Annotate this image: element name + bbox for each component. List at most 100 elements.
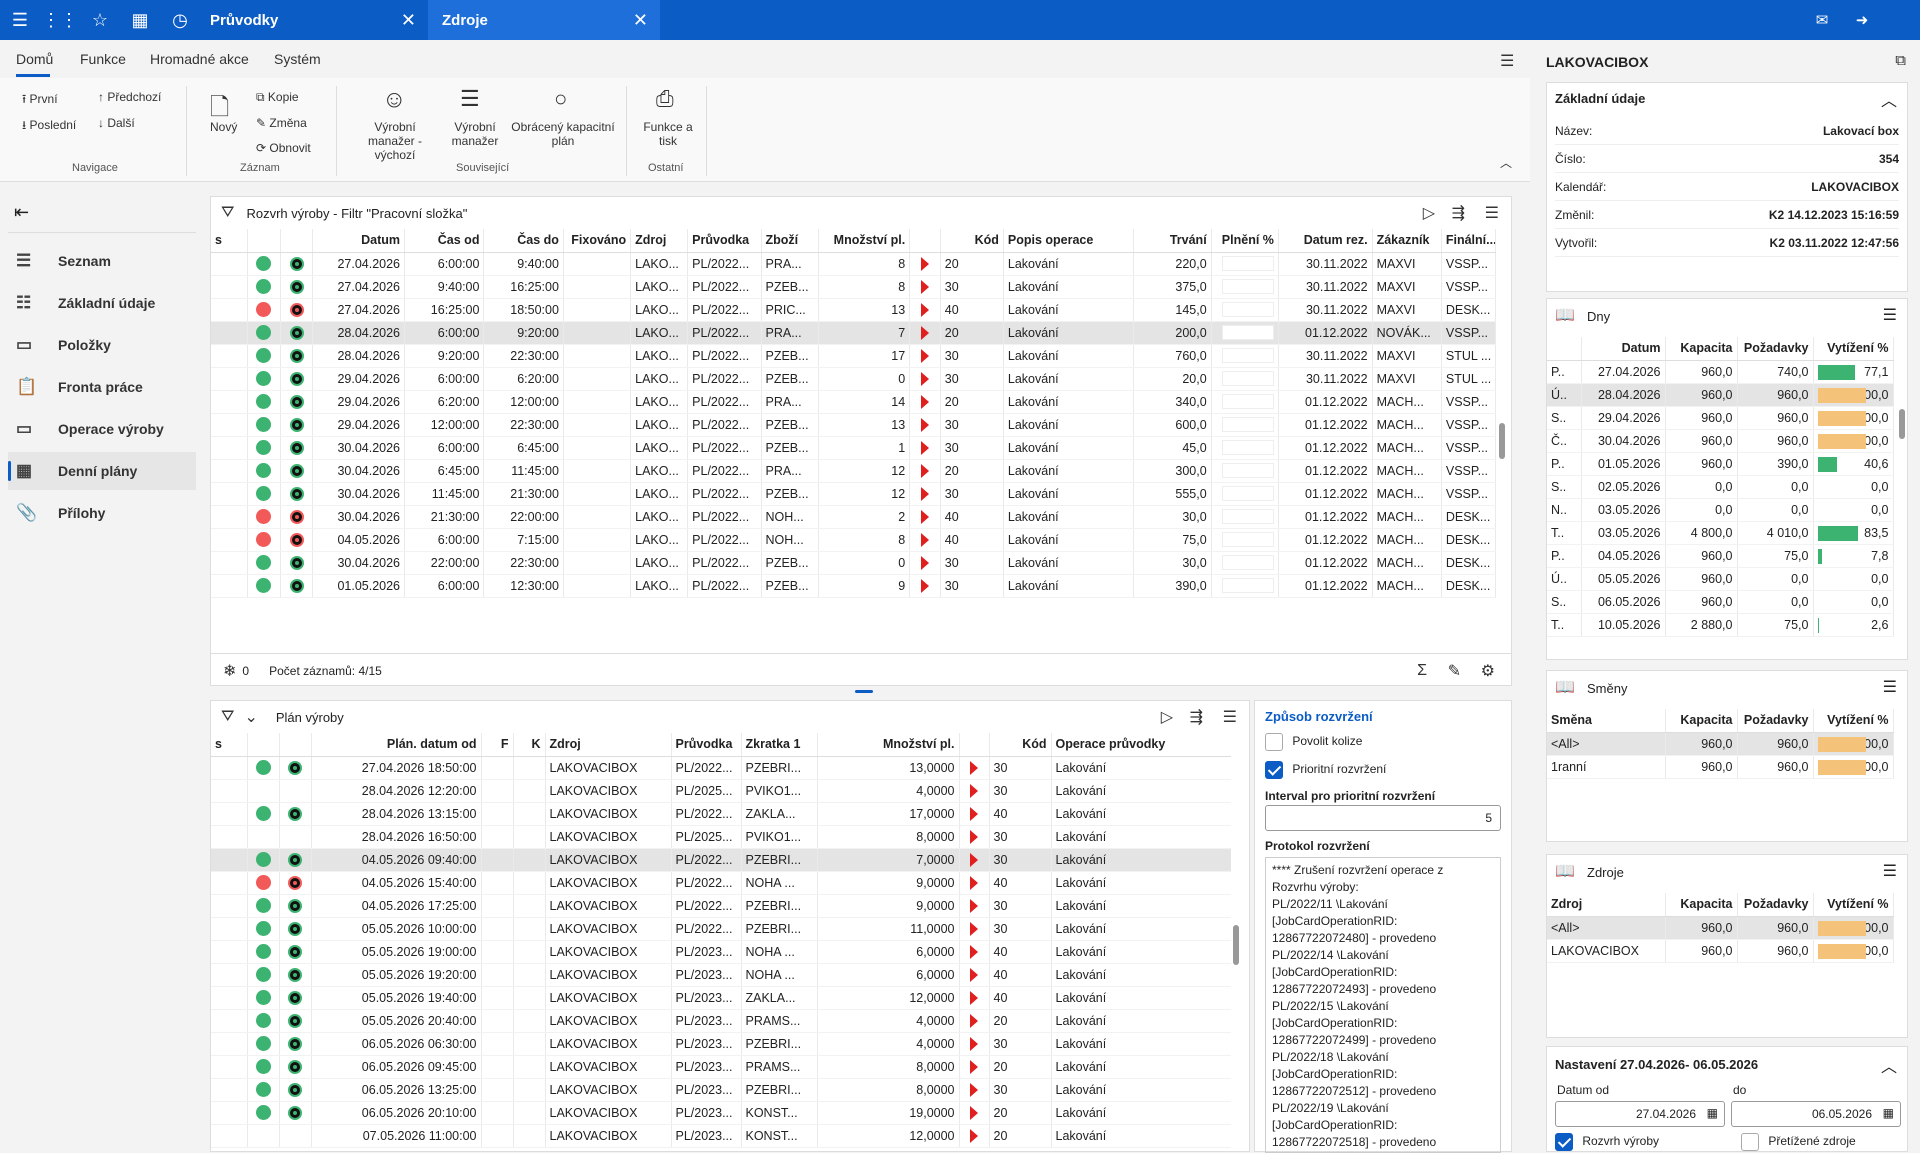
checkbox[interactable] (1555, 1133, 1573, 1151)
column-header[interactable]: Kapacita (1665, 709, 1738, 733)
column-header[interactable]: s (211, 229, 249, 253)
copy-button[interactable]: ⧉ Kopie (256, 90, 299, 105)
table-row[interactable]: 30.04.2026 6:45:00 11:45:00 LAKO... PL/2022.… (211, 459, 1496, 483)
table-row[interactable]: P.. 01.05.2026 960,0 390,0 40,6 (1547, 452, 1894, 476)
column-header[interactable]: Datum (1581, 337, 1666, 361)
grid-settings-icon[interactable]: ⚙ (1481, 661, 1495, 681)
print-button[interactable]: Funkce a tisk (640, 120, 696, 148)
tab-zdroje[interactable]: Zdroje ✕ (428, 0, 660, 40)
user-check-icon[interactable]: ☺ (382, 86, 407, 114)
table-row[interactable]: 27.04.2026 9:40:00 16:25:00 LAKO... PL/2022.… (211, 275, 1496, 299)
table-row[interactable]: Ú.. 28.04.2026 960,0 960,0 100,0 (1547, 383, 1894, 407)
column-header[interactable]: Zákazník (1372, 229, 1442, 253)
table-row[interactable]: Č.. 30.04.2026 960,0 960,0 100,0 (1547, 429, 1894, 453)
column-header[interactable]: Čas do (483, 229, 564, 253)
calendar-icon[interactable]: ▦ (120, 0, 160, 40)
chevron-up-icon[interactable]: ︿ (1881, 1053, 1897, 1077)
column-header[interactable]: Směna (1547, 709, 1666, 733)
star-icon[interactable]: ☆ (80, 0, 120, 40)
menu-funkce[interactable]: Funkce (80, 51, 126, 67)
table-row[interactable]: P.. 27.04.2026 960,0 740,0 77,1 (1547, 360, 1894, 384)
column-header[interactable] (247, 733, 280, 757)
column-header[interactable]: Požadavky (1737, 337, 1814, 361)
column-header[interactable]: Množství pl. (817, 733, 960, 757)
history-icon[interactable]: ◷ (160, 0, 200, 40)
table-row[interactable]: 28.04.2026 6:00:00 9:20:00 LAKO... PL/2022..… (211, 321, 1496, 345)
schedule-checkbox[interactable]: Rozvrh výroby (1555, 1133, 1659, 1151)
calendar-icon[interactable]: ▦ (1883, 1106, 1894, 1120)
column-header[interactable]: Průvodka (687, 229, 762, 253)
table-row[interactable]: T.. 03.05.2026 4 800,0 4 010,0 83,5 (1547, 521, 1894, 545)
table-row[interactable]: 07.05.2026 11:00:00 LAKOVACIBOX PL/2023...… (211, 1124, 1231, 1148)
column-header[interactable]: Datum (312, 229, 406, 253)
close-icon[interactable]: ✕ (401, 10, 416, 31)
refresh-button[interactable]: ⟳ Obnovit (256, 141, 311, 155)
table-row[interactable]: 05.05.2026 10:00:00 LAKOVACIBOX PL/2022...… (211, 917, 1231, 941)
close-icon[interactable]: ✕ (633, 10, 648, 31)
table-row[interactable]: 06.05.2026 13:25:00 LAKOVACIBOX PL/2023...… (211, 1078, 1231, 1102)
date-to-input[interactable]: 06.05.2026 ▦ (1731, 1101, 1901, 1127)
table-row[interactable]: 30.04.2026 11:45:00 21:30:00 LAKO... PL/2022… (211, 482, 1496, 506)
menu-icon[interactable]: ☰ (1883, 305, 1897, 325)
column-header[interactable] (279, 733, 312, 757)
sidebar-item-seznam[interactable]: ☰ Seznam (8, 242, 196, 280)
table-row[interactable]: <All> 960,0 960,0 100,0 (1547, 732, 1894, 756)
column-header[interactable]: Fixováno (563, 229, 632, 253)
popout-icon[interactable]: ⧉ (1895, 52, 1906, 69)
checkbox[interactable] (1741, 1133, 1759, 1151)
menu-icon[interactable]: ☰ (1485, 203, 1499, 223)
column-header[interactable]: Množství pl. (818, 229, 911, 253)
new-button[interactable]: Nový (210, 120, 237, 134)
table-row[interactable]: <All> 960,0 960,0 100,0 (1547, 916, 1894, 940)
column-header[interactable]: Kapacita (1665, 893, 1738, 917)
column-header[interactable] (959, 733, 990, 757)
export-icon[interactable]: ⇶ (1452, 203, 1465, 223)
table-row[interactable]: 29.04.2026 6:00:00 6:20:00 LAKO... PL/2022..… (211, 367, 1496, 391)
sum-icon[interactable]: Σ (1417, 662, 1427, 680)
sidebar-item-denni-plany[interactable]: ▦ Denní plány (8, 452, 196, 490)
column-header[interactable]: s (211, 733, 248, 757)
menu-icon[interactable]: ☰ (1500, 51, 1514, 71)
column-header[interactable]: Datum rez. (1278, 229, 1373, 253)
column-header[interactable]: Zdroj (1547, 893, 1666, 917)
table-row[interactable]: S.. 02.05.2026 0,0 0,0 0,0 (1547, 475, 1894, 499)
table-row[interactable]: 28.04.2026 12:20:00 LAKOVACIBOX PL/2025...… (211, 779, 1231, 803)
table-row[interactable]: 04.05.2026 15:40:00 LAKOVACIBOX PL/2022...… (211, 871, 1231, 895)
table-row[interactable]: 27.04.2026 18:50:00 LAKOVACIBOX PL/2022...… (211, 756, 1231, 780)
column-header[interactable] (280, 229, 314, 253)
table-row[interactable]: 05.05.2026 20:40:00 LAKOVACIBOX PL/2023...… (211, 1009, 1231, 1033)
notification-icon[interactable]: ✉ (1802, 0, 1842, 40)
change-button[interactable]: ✎ Změna (256, 116, 307, 130)
column-header[interactable]: Průvodka (671, 733, 742, 757)
table-row[interactable]: 29.04.2026 6:20:00 12:00:00 LAKO... PL/2022.… (211, 390, 1496, 414)
checkbox[interactable] (1265, 761, 1283, 779)
priority-scheduling-checkbox[interactable]: Prioritní rozvržení (1265, 761, 1386, 779)
table-row[interactable]: 27.04.2026 6:00:00 9:40:00 LAKO... PL/2022..… (211, 252, 1496, 276)
play-icon[interactable]: ▷ (1423, 203, 1435, 223)
table-row[interactable]: 06.05.2026 09:45:00 LAKOVACIBOX PL/2023...… (211, 1055, 1231, 1079)
column-header[interactable]: Požadavky (1737, 709, 1814, 733)
table-row[interactable]: P.. 04.05.2026 960,0 75,0 7,8 (1547, 544, 1894, 568)
menu-hromadne-akce[interactable]: Hromadné akce (150, 51, 249, 67)
table-row[interactable]: S.. 06.05.2026 960,0 0,0 0,0 (1547, 590, 1894, 614)
sidebar-item-polozky[interactable]: ▭ Položky (8, 326, 196, 364)
sidebar-item-fronta-prace[interactable]: 📋 Fronta práce (8, 368, 196, 406)
chevron-up-icon[interactable]: ︿ (1881, 87, 1897, 111)
first-button[interactable]: ⭱ První (22, 90, 58, 111)
hamburger-icon[interactable]: ☰ (0, 0, 40, 40)
table-row[interactable]: 1ranní 960,0 960,0 100,0 (1547, 755, 1894, 779)
table-row[interactable]: 30.04.2026 22:00:00 22:30:00 LAKO... PL/2022… (211, 551, 1496, 575)
table-row[interactable]: 28.04.2026 9:20:00 22:30:00 LAKO... PL/2022.… (211, 344, 1496, 368)
table-row[interactable]: T.. 10.05.2026 2 880,0 75,0 2,6 (1547, 613, 1894, 637)
column-header[interactable]: Plnění % (1211, 229, 1279, 253)
vm-button[interactable]: Výrobní manažer (450, 120, 500, 148)
column-header[interactable]: Finální... (1441, 229, 1496, 253)
last-button[interactable]: ⭳ Poslední (22, 116, 76, 137)
filter-icon[interactable]: ⛛ (221, 708, 234, 726)
menu-system[interactable]: Systém (274, 51, 321, 67)
menu-icon[interactable]: ☰ (1883, 677, 1897, 697)
column-header[interactable]: Požadavky (1737, 893, 1814, 917)
overloaded-checkbox[interactable]: Přetížené zdroje (1741, 1133, 1856, 1151)
column-header[interactable]: Kód (989, 733, 1052, 757)
table-row[interactable]: 30.04.2026 21:30:00 22:00:00 LAKO... PL/2022… (211, 505, 1496, 529)
